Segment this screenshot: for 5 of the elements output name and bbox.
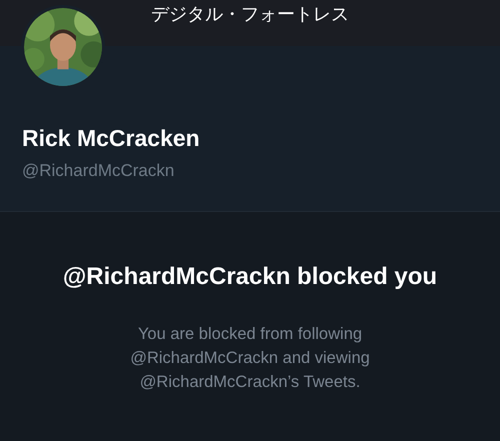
blocked-heading: @RichardMcCrackn blocked you <box>62 262 438 292</box>
window-title: デジタル・フォートレス <box>151 3 349 27</box>
profile-handle: @RichardMcCrackn <box>22 160 176 182</box>
blocked-message: You are blocked from following @RichardMcCrackn and viewing @RichardMcCrackn’s Tweets. <box>129 324 371 393</box>
profile-name: Rick McCracken <box>22 124 201 152</box>
